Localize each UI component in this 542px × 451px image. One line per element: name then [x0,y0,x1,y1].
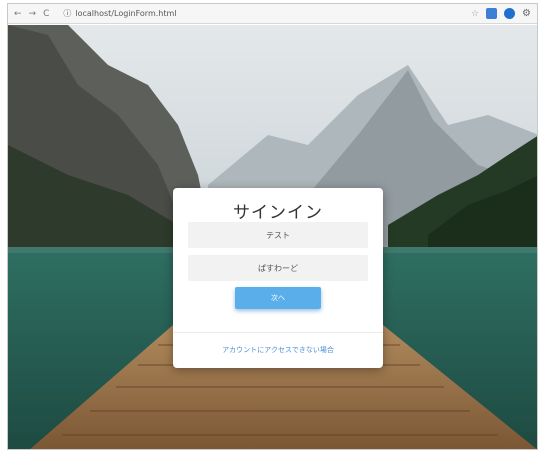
settings-icon[interactable]: ⚙ [522,8,531,19]
reload-icon[interactable]: C [43,9,49,19]
browser-window: ← → C ⓘ localhost/LoginForm.html ☆ ⚙ サイン… [7,3,538,450]
extension-icon[interactable] [486,8,498,19]
password-input[interactable] [188,255,368,281]
browser-nav: ← → C [14,9,49,19]
url-text: localhost/LoginForm.html [75,9,177,18]
username-input[interactable] [188,222,368,248]
browser-actions: ☆ ⚙ [471,8,531,19]
forward-icon[interactable]: → [29,9,37,19]
address-bar[interactable]: ⓘ localhost/LoginForm.html [59,7,449,21]
back-icon[interactable]: ← [14,9,22,19]
signin-title: サインイン [233,203,323,223]
info-icon: ⓘ [63,9,72,18]
next-button[interactable]: 次へ [235,287,321,309]
account-help-link[interactable]: アカウントにアクセスできない場合 [173,345,383,355]
profile-avatar-icon[interactable] [504,8,516,19]
card-divider [173,332,383,333]
browser-toolbar: ← → C ⓘ localhost/LoginForm.html ☆ ⚙ [8,4,537,24]
login-card: サインイン 次へ アカウントにアクセスできない場合 [173,188,383,368]
bookmark-star-icon[interactable]: ☆ [471,9,479,19]
